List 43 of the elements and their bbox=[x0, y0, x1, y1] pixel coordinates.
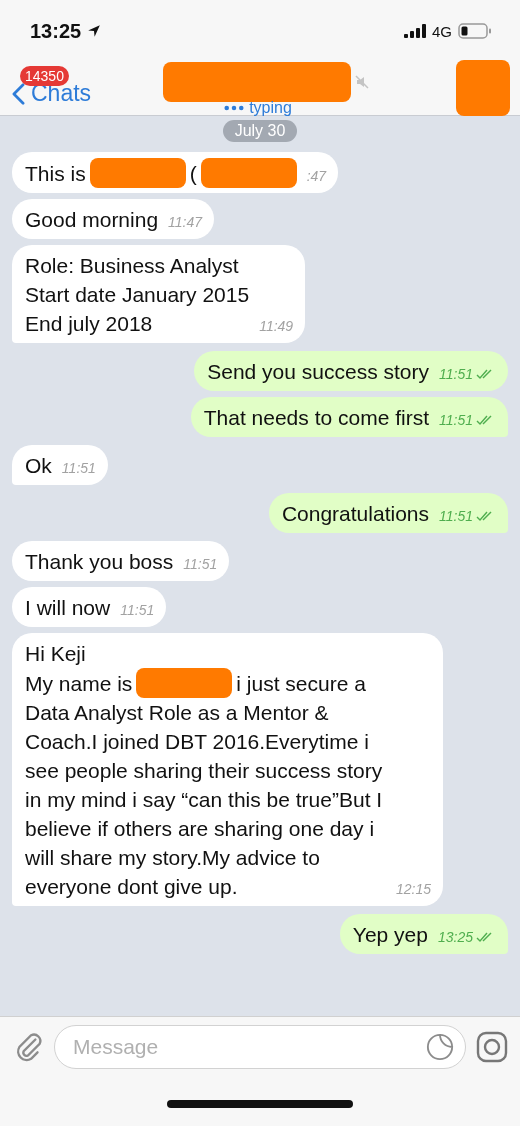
message-text: Hi Keji bbox=[25, 641, 86, 667]
message-text: i just secure a bbox=[236, 670, 366, 697]
message-text: This is bbox=[25, 160, 86, 187]
message-time: 11:51 bbox=[183, 555, 218, 574]
message-time: 11:51 bbox=[439, 411, 473, 430]
battery-icon bbox=[458, 23, 492, 39]
message-text: Thank you boss bbox=[25, 549, 174, 575]
message-text: Role: Business Analyst Start date January 2015 End july 2018 bbox=[25, 253, 250, 337]
redaction-mark bbox=[456, 60, 510, 116]
camera-icon bbox=[476, 1031, 508, 1063]
paperclip-icon bbox=[14, 1031, 44, 1063]
message-text: That needs to come first bbox=[203, 405, 429, 431]
status-time: 13:25 bbox=[30, 19, 82, 43]
message-text: Congratulations bbox=[281, 501, 429, 527]
date-pill: July 30 bbox=[222, 120, 298, 142]
chevron-left-icon bbox=[12, 82, 25, 105]
attach-button[interactable] bbox=[14, 1031, 44, 1063]
message-field[interactable]: Message bbox=[54, 1025, 466, 1069]
location-arrow-icon bbox=[87, 24, 102, 38]
network-label: 4G bbox=[432, 22, 452, 40]
message-text: Yep yep bbox=[352, 922, 428, 948]
message-time: 11:51 bbox=[120, 601, 155, 620]
message-time: 12:15 bbox=[395, 880, 431, 899]
message-time: 11:51 bbox=[61, 459, 96, 478]
signal-icon bbox=[404, 24, 426, 38]
message-text: I will now bbox=[25, 595, 111, 621]
message-text: Good morning bbox=[25, 207, 159, 233]
message-time: 11:47 bbox=[168, 213, 203, 232]
message-time: 11:51 bbox=[439, 507, 473, 526]
message-time: 13:25 bbox=[437, 928, 473, 947]
camera-button[interactable] bbox=[476, 1031, 508, 1063]
message-text: Send you success story bbox=[207, 359, 429, 385]
message-text: Ok bbox=[25, 453, 52, 479]
message-time: :47 bbox=[306, 167, 327, 186]
message-text: ( bbox=[189, 160, 197, 187]
message-time: 11:51 bbox=[439, 365, 473, 384]
message-time: 11:49 bbox=[259, 317, 294, 336]
typing-dots-icon bbox=[224, 105, 245, 111]
unread-badge: 14350 bbox=[20, 66, 69, 86]
message-text: My name is bbox=[25, 670, 133, 697]
sticker-icon bbox=[426, 1033, 454, 1061]
typing-status: typing bbox=[249, 102, 292, 114]
message-text: Data Analyst Role as a Mentor & Coach.I joined DBT 2016.Everytime i see people sharing their success story in my mind i say “can this be true”But I believe if others are sharing one day i will share my story.My advice to everyone dont give up. bbox=[25, 700, 384, 900]
